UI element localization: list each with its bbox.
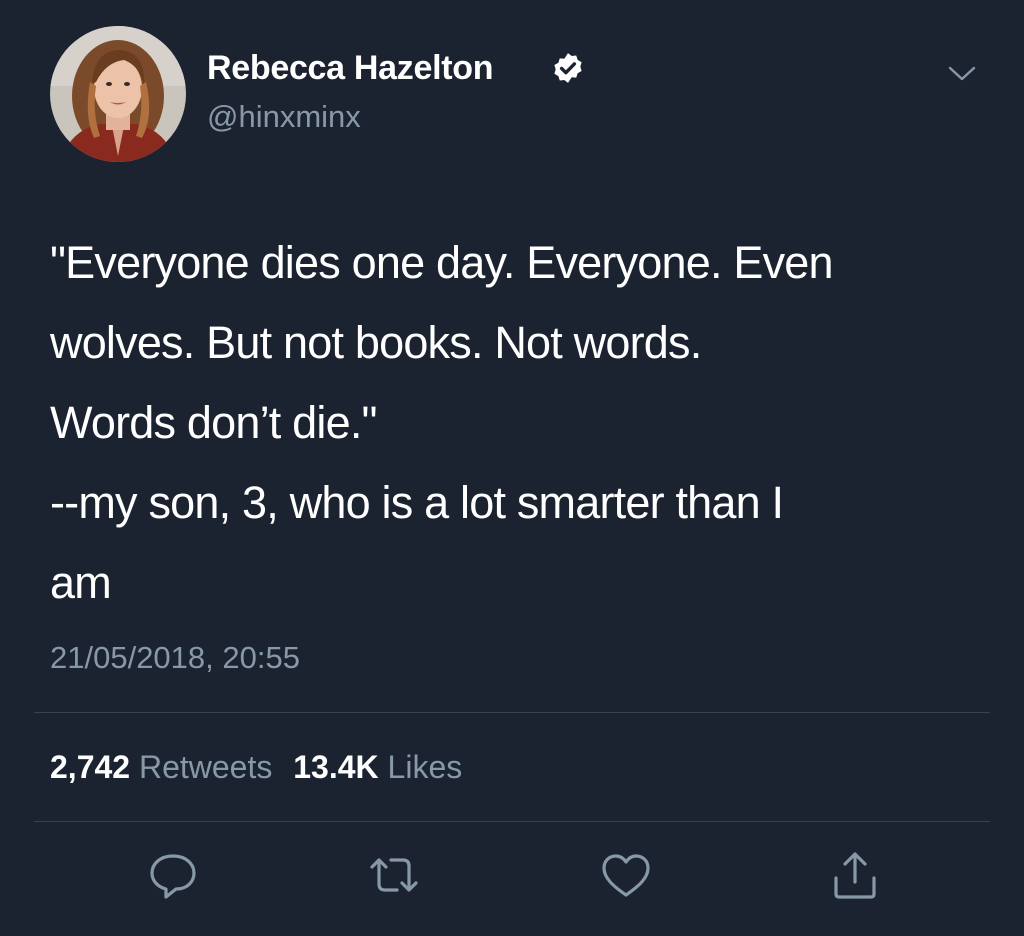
like-button[interactable] xyxy=(599,850,653,902)
heart-icon xyxy=(602,854,650,897)
likes-count[interactable]: 13.4K xyxy=(293,749,378,785)
user-handle[interactable]: @hinxminx xyxy=(207,97,361,137)
chevron-down-icon[interactable] xyxy=(947,62,977,86)
reply-icon xyxy=(150,854,196,899)
avatar[interactable] xyxy=(50,26,186,162)
tweet-timestamp: 21/05/2018, 20:55 xyxy=(50,640,300,675)
retweet-button[interactable] xyxy=(367,850,421,902)
tweet-text-line: am xyxy=(50,557,112,608)
tweet-text-line: --my son, 3, who is a lot smarter than I xyxy=(50,477,784,528)
verified-badge-icon xyxy=(551,51,585,85)
tweet-text: "Everyone dies one day. Everyone. Even w… xyxy=(50,223,1010,623)
tweet-text-line: wolves. But not books. Not words. xyxy=(50,317,702,368)
tweet-text-line: "Everyone dies one day. Everyone. Even xyxy=(50,237,834,288)
retweets-count[interactable]: 2,742 xyxy=(50,749,130,785)
likes-label[interactable]: Likes xyxy=(388,749,463,785)
tweet-text-line: Words don’t die." xyxy=(50,397,378,448)
avatar-image xyxy=(50,26,186,162)
divider xyxy=(34,821,990,822)
share-icon xyxy=(834,852,876,899)
reply-button[interactable] xyxy=(146,850,200,902)
retweets-label[interactable]: Retweets xyxy=(139,749,272,785)
retweet-icon xyxy=(370,858,418,892)
tweet-stats: 2,742 Retweets 13.4K Likes xyxy=(50,746,462,788)
share-button[interactable] xyxy=(828,850,882,902)
display-name[interactable]: Rebecca Hazelton xyxy=(207,46,494,90)
divider xyxy=(34,712,990,713)
